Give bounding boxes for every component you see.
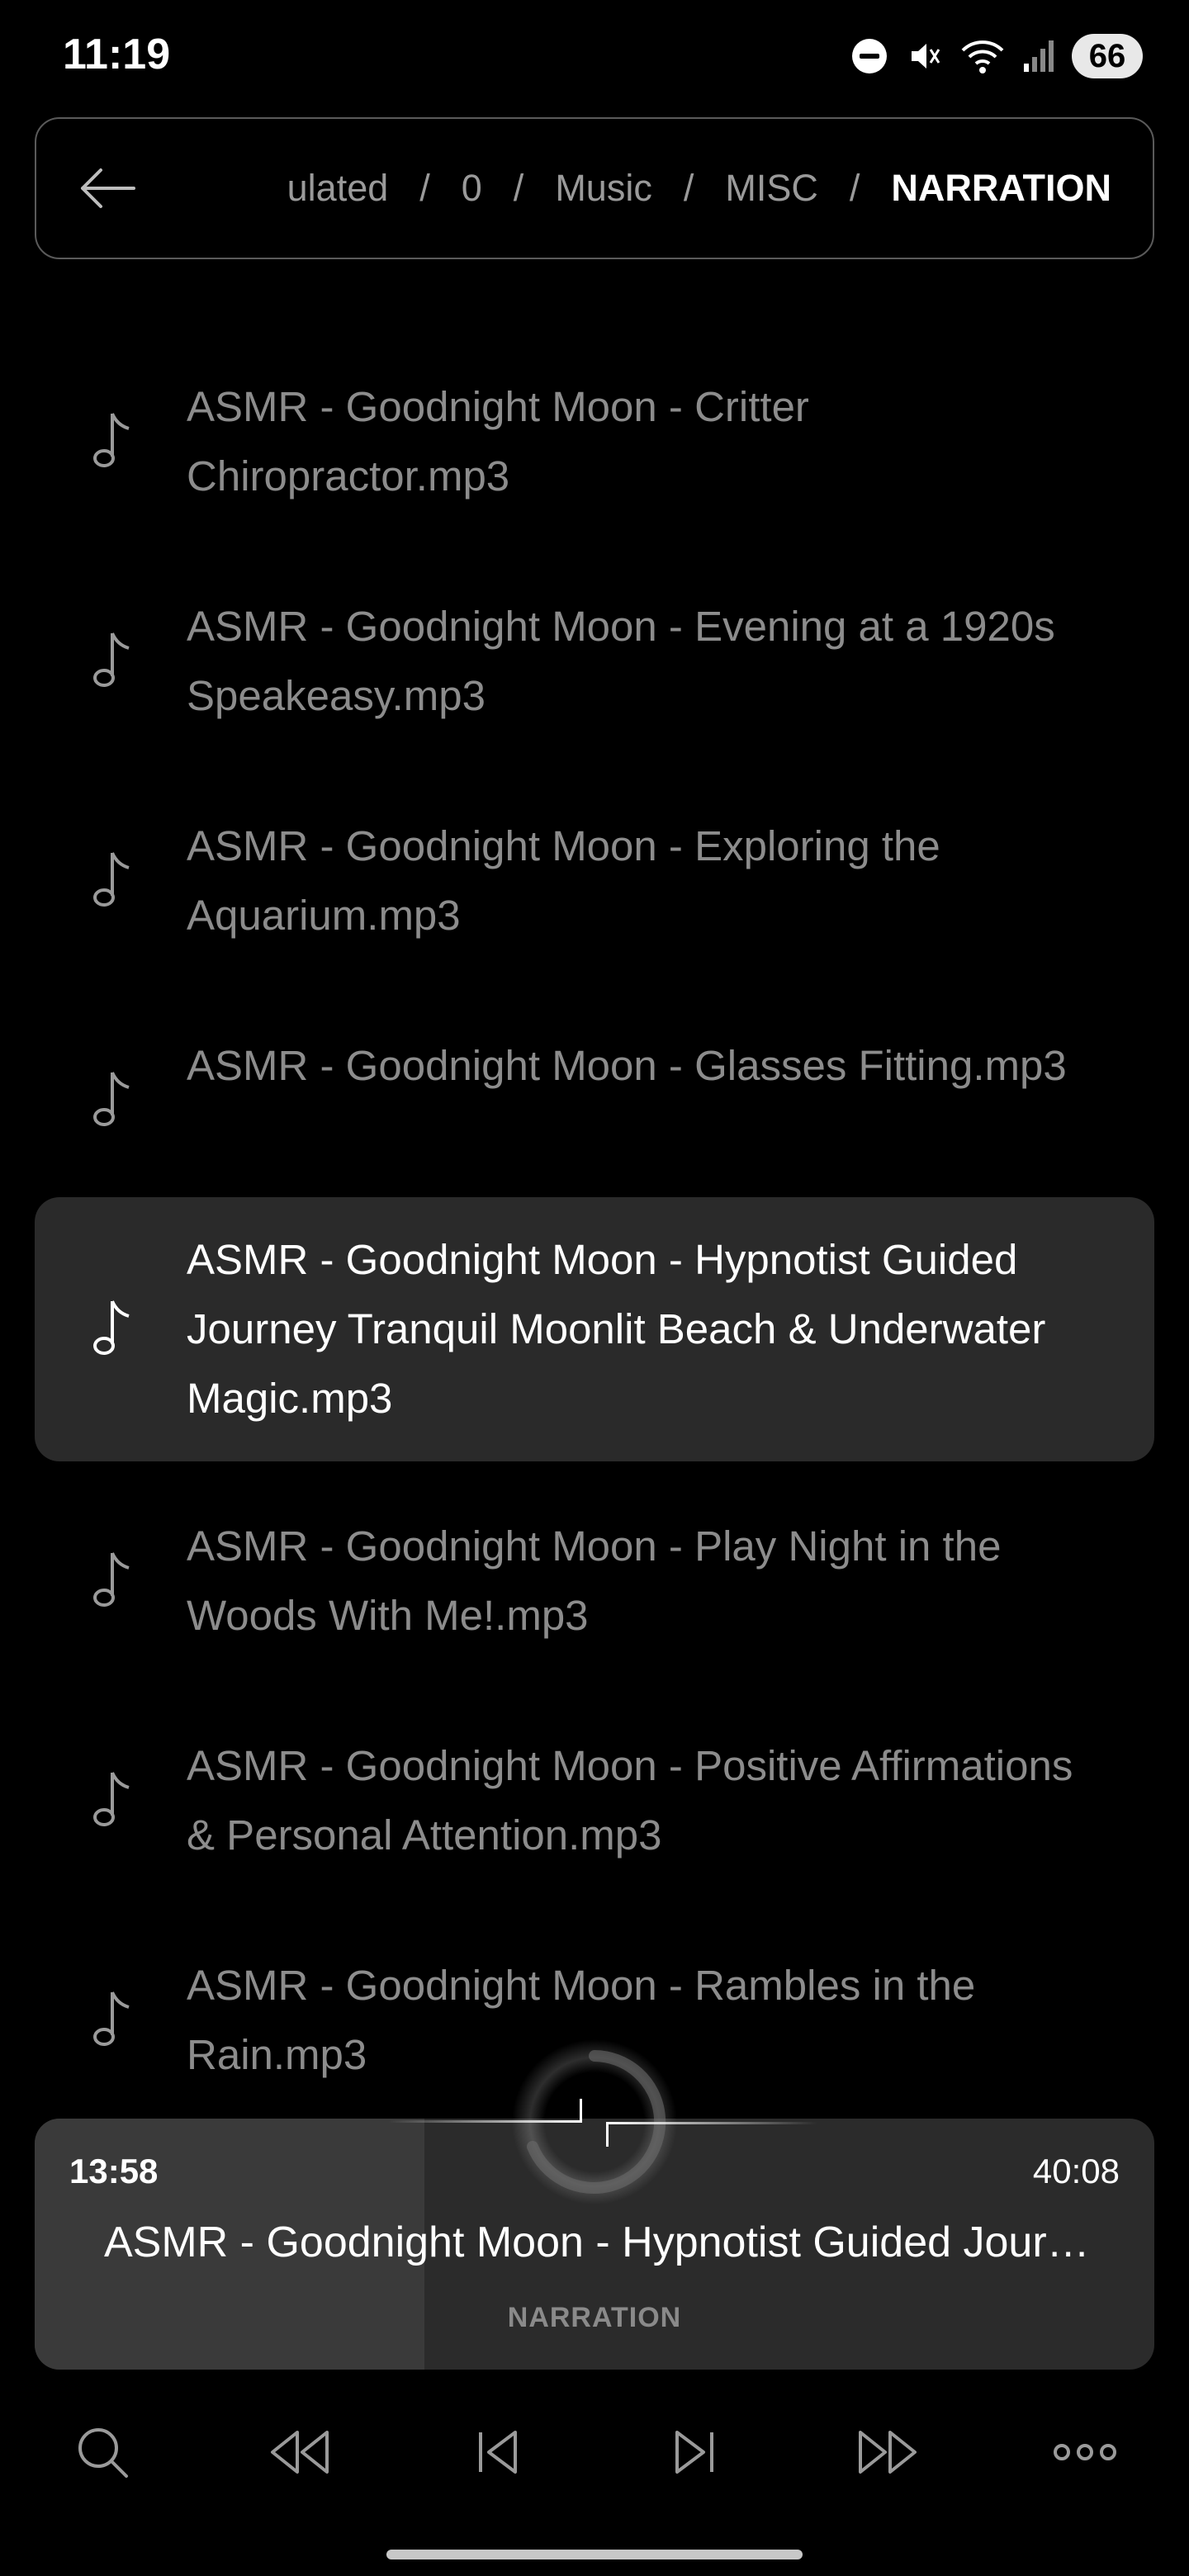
signal-icon	[1024, 40, 1054, 72]
music-note-icon	[93, 1552, 130, 1607]
list-item-selected[interactable]: ASMR - Goodnight Moon - Hypnotist Guided…	[35, 1197, 1154, 1461]
breadcrumb-separator: /	[849, 167, 860, 209]
music-note-icon	[93, 632, 130, 687]
status-icons: 66	[850, 31, 1143, 81]
battery-icon: 66	[1072, 34, 1143, 78]
breadcrumb-item[interactable]: 0	[462, 167, 482, 210]
file-name: ASMR - Goodnight Moon - Exploring the Aq…	[187, 822, 940, 939]
breadcrumb-separator: /	[513, 167, 524, 209]
previous-track-icon	[479, 2431, 517, 2474]
list-item[interactable]: ASMR - Goodnight Moon - Positive Affirma…	[35, 1706, 1154, 1896]
music-note-icon	[93, 1991, 130, 2046]
total-time: 40:08	[1032, 2152, 1120, 2190]
previous-track-button[interactable]	[464, 2419, 530, 2485]
dnd-icon	[852, 39, 887, 73]
next-track-icon	[675, 2431, 713, 2474]
arrow-left-icon	[81, 168, 135, 208]
list-item[interactable]: ASMR - Goodnight Moon - Evening at a 192…	[35, 566, 1154, 756]
music-note-icon	[93, 852, 130, 907]
music-note-icon	[93, 1772, 130, 1826]
home-indicator[interactable]	[386, 2550, 803, 2559]
file-name: ASMR - Goodnight Moon - Glasses Fitting.…	[187, 1042, 1067, 1089]
seek-marker[interactable]	[388, 2097, 817, 2155]
mute-icon	[912, 44, 940, 69]
now-playing-folder: NARRATION	[507, 2302, 682, 2333]
list-item[interactable]: ASMR - Goodnight Moon - Play Night in th…	[35, 1486, 1154, 1676]
breadcrumb-path: ulated / 0 / Music / MISC / NARRATION	[160, 119, 1111, 258]
breadcrumb-item[interactable]: Music	[555, 167, 652, 210]
more-icon	[1054, 2444, 1116, 2460]
status-time: 11:19	[63, 31, 171, 78]
fast-rewind-button[interactable]	[266, 2419, 332, 2485]
music-note-icon	[93, 1072, 130, 1126]
file-list: ASMR - Goodnight Moon - Critter Chiropra…	[35, 314, 1154, 2097]
breadcrumb-separator: /	[419, 167, 430, 209]
fast-forward-button[interactable]	[855, 2419, 921, 2485]
back-button[interactable]	[76, 157, 139, 220]
playback-controls	[0, 2411, 1189, 2493]
next-track-button[interactable]	[662, 2419, 728, 2485]
list-item[interactable]: ASMR - Goodnight Moon - Exploring the Aq…	[35, 786, 1154, 976]
music-note-icon	[93, 1300, 130, 1355]
breadcrumb: ulated / 0 / Music / MISC / NARRATION	[35, 117, 1154, 259]
breadcrumb-item[interactable]: MISC	[725, 167, 818, 210]
breadcrumb-item[interactable]: ulated	[287, 167, 389, 210]
more-button[interactable]	[1052, 2419, 1118, 2485]
file-name: ASMR - Goodnight Moon - Critter Chiropra…	[187, 383, 809, 500]
file-name: ASMR - Goodnight Moon - Evening at a 192…	[187, 603, 1055, 719]
list-item[interactable]: ASMR - Goodnight Moon - Glasses Fitting.…	[35, 1006, 1154, 1196]
breadcrumb-separator: /	[683, 167, 694, 209]
status-bar: 11:19 66	[0, 0, 1189, 107]
fast-forward-icon	[859, 2431, 917, 2474]
file-name: ASMR - Goodnight Moon - Hypnotist Guided…	[187, 1236, 1046, 1422]
file-name: ASMR - Goodnight Moon - Positive Affirma…	[187, 1742, 1073, 1859]
search-button[interactable]	[69, 2419, 135, 2485]
elapsed-time: 13:58	[69, 2152, 159, 2190]
now-playing-title: ASMR - Goodnight Moon - Hypnotist Guided…	[104, 2218, 1095, 2266]
list-item[interactable]: ASMR - Goodnight Moon - Critter Chiropra…	[35, 347, 1154, 537]
music-note-icon	[93, 413, 130, 467]
file-name: ASMR - Goodnight Moon - Play Night in th…	[187, 1522, 1002, 1639]
fast-rewind-icon	[271, 2431, 329, 2474]
wifi-icon	[961, 40, 1004, 73]
breadcrumb-current[interactable]: NARRATION	[891, 167, 1111, 210]
search-icon	[78, 2428, 128, 2478]
